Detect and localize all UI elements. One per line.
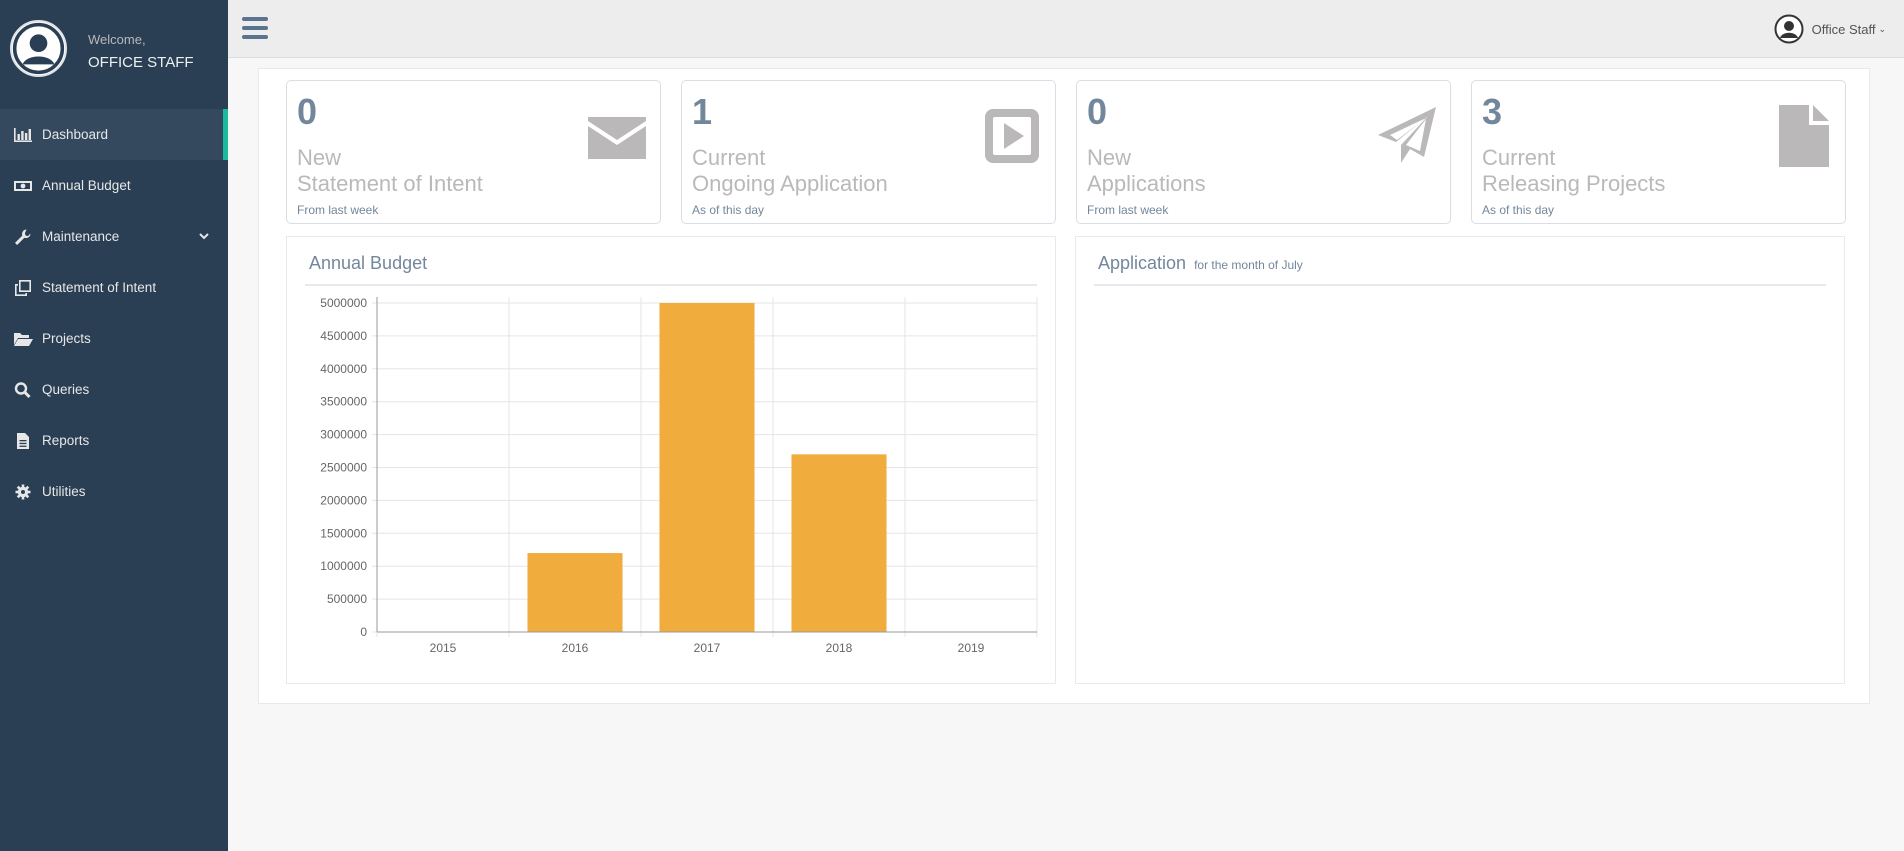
x-tick-label: 2015 bbox=[430, 641, 457, 655]
tile-releasing-projects[interactable]: 3 Current Releasing Projects As of this d… bbox=[1471, 80, 1846, 224]
y-tick-label: 1500000 bbox=[320, 526, 367, 540]
y-tick-label: 3500000 bbox=[320, 395, 367, 409]
sidebar-item-label: Reports bbox=[42, 433, 90, 448]
gear-icon bbox=[12, 482, 34, 502]
top-navbar: Office Staff ⌄ bbox=[228, 0, 1904, 58]
chevron-down-icon[interactable] bbox=[198, 230, 210, 242]
bar-chart-icon bbox=[12, 125, 34, 145]
caret-down-icon: ⌄ bbox=[1878, 23, 1886, 34]
sidebar-item-queries[interactable]: Queries bbox=[0, 364, 228, 415]
tile-subtitle: As of this day bbox=[1482, 203, 1555, 217]
money-icon bbox=[12, 176, 34, 196]
sidebar: Welcome, OFFICE STAFF Dashboard Annual B… bbox=[0, 0, 228, 851]
side-menu: Dashboard Annual Budget Maintenance Stat… bbox=[0, 109, 228, 517]
panel-subtitle: for the month of July bbox=[1194, 258, 1303, 272]
user-avatar-icon bbox=[1774, 14, 1804, 44]
tile-new-applications[interactable]: 0 New Applications From last week bbox=[1076, 80, 1451, 224]
y-tick-label: 3000000 bbox=[320, 428, 367, 442]
main-content: 0 New Statement of Intent From last week … bbox=[258, 68, 1870, 704]
sidebar-item-reports[interactable]: Reports bbox=[0, 415, 228, 466]
tile-count: 3 bbox=[1482, 91, 1503, 132]
profile-section: Welcome, OFFICE STAFF bbox=[0, 0, 228, 108]
username: OFFICE STAFF bbox=[88, 54, 194, 71]
application-panel: Application for the month of July bbox=[1075, 236, 1845, 684]
panel-divider bbox=[1094, 284, 1826, 286]
bar-2017 bbox=[659, 303, 755, 632]
bar-2016 bbox=[527, 553, 623, 632]
y-tick-label: 2500000 bbox=[320, 461, 367, 475]
tile-title: Current Releasing Projects bbox=[1482, 145, 1666, 196]
sidebar-item-label: Annual Budget bbox=[42, 178, 131, 193]
bar-2018 bbox=[791, 454, 887, 632]
avatar bbox=[10, 20, 67, 77]
tile-count: 1 bbox=[692, 91, 713, 132]
sidebar-item-projects[interactable]: Projects bbox=[0, 313, 228, 364]
y-tick-label: 500000 bbox=[327, 592, 367, 606]
welcome-text: Welcome, bbox=[88, 32, 146, 47]
annual-budget-chart: 0 500000 1000000 1500000 2000000 2500000 30000… bbox=[320, 296, 1038, 655]
sidebar-item-label: Dashboard bbox=[42, 127, 109, 142]
x-tick-label: 2017 bbox=[694, 641, 721, 655]
tile-title: Current Ongoing Application bbox=[692, 145, 888, 196]
x-tick-label: 2016 bbox=[562, 641, 589, 655]
file-icon bbox=[1771, 105, 1833, 167]
sidebar-item-label: Maintenance bbox=[42, 229, 120, 244]
sidebar-item-statement-of-intent[interactable]: Statement of Intent bbox=[0, 262, 228, 313]
user-dropdown[interactable]: Office Staff ⌄ bbox=[1774, 14, 1886, 44]
envelope-icon bbox=[586, 105, 648, 167]
play-square-icon bbox=[981, 105, 1043, 167]
y-tick-label: 1000000 bbox=[320, 559, 367, 573]
tile-subtitle: As of this day bbox=[692, 203, 765, 217]
tile-ongoing-application[interactable]: 1 Current Ongoing Application As of this … bbox=[681, 80, 1056, 224]
x-tick-label: 2018 bbox=[826, 641, 853, 655]
sidebar-item-utilities[interactable]: Utilities bbox=[0, 466, 228, 517]
tile-statement-of-intent[interactable]: 0 New Statement of Intent From last week bbox=[286, 80, 661, 224]
sidebar-item-dashboard[interactable]: Dashboard bbox=[0, 109, 228, 160]
x-tick-label: 2019 bbox=[958, 641, 985, 655]
y-tick-label: 4000000 bbox=[320, 362, 367, 376]
annual-budget-panel: Annual Budget 0 500000 1000000 1500000 20000… bbox=[286, 236, 1056, 684]
tile-subtitle: From last week bbox=[297, 203, 379, 217]
sidebar-item-label: Utilities bbox=[42, 484, 86, 499]
tile-title: New Statement of Intent bbox=[297, 145, 483, 196]
y-tick-label: 0 bbox=[360, 625, 367, 639]
y-tick-label: 4500000 bbox=[320, 329, 367, 343]
sidebar-item-label: Projects bbox=[42, 331, 91, 346]
folder-open-icon bbox=[12, 329, 34, 349]
file-text-icon bbox=[12, 431, 34, 451]
tile-count: 0 bbox=[297, 91, 318, 132]
sidebar-item-label: Queries bbox=[42, 382, 90, 397]
paper-plane-icon bbox=[1376, 105, 1438, 167]
tile-title: New Applications bbox=[1087, 145, 1206, 196]
y-tick-label: 5000000 bbox=[320, 296, 367, 310]
sidebar-item-annual-budget[interactable]: Annual Budget bbox=[0, 160, 228, 211]
y-tick-label: 2000000 bbox=[320, 493, 367, 507]
user-circle-icon bbox=[12, 22, 65, 75]
search-icon bbox=[12, 380, 34, 400]
tile-count: 0 bbox=[1087, 91, 1108, 132]
panel-title: Application for the month of July bbox=[1098, 253, 1303, 273]
menu-toggle-icon[interactable] bbox=[242, 17, 268, 41]
user-name-label: Office Staff bbox=[1811, 21, 1876, 37]
sidebar-item-maintenance[interactable]: Maintenance bbox=[0, 211, 228, 262]
sidebar-item-label: Statement of Intent bbox=[42, 280, 157, 295]
wrench-icon bbox=[12, 227, 34, 247]
tile-subtitle: From last week bbox=[1087, 203, 1169, 217]
clone-icon bbox=[12, 278, 34, 298]
